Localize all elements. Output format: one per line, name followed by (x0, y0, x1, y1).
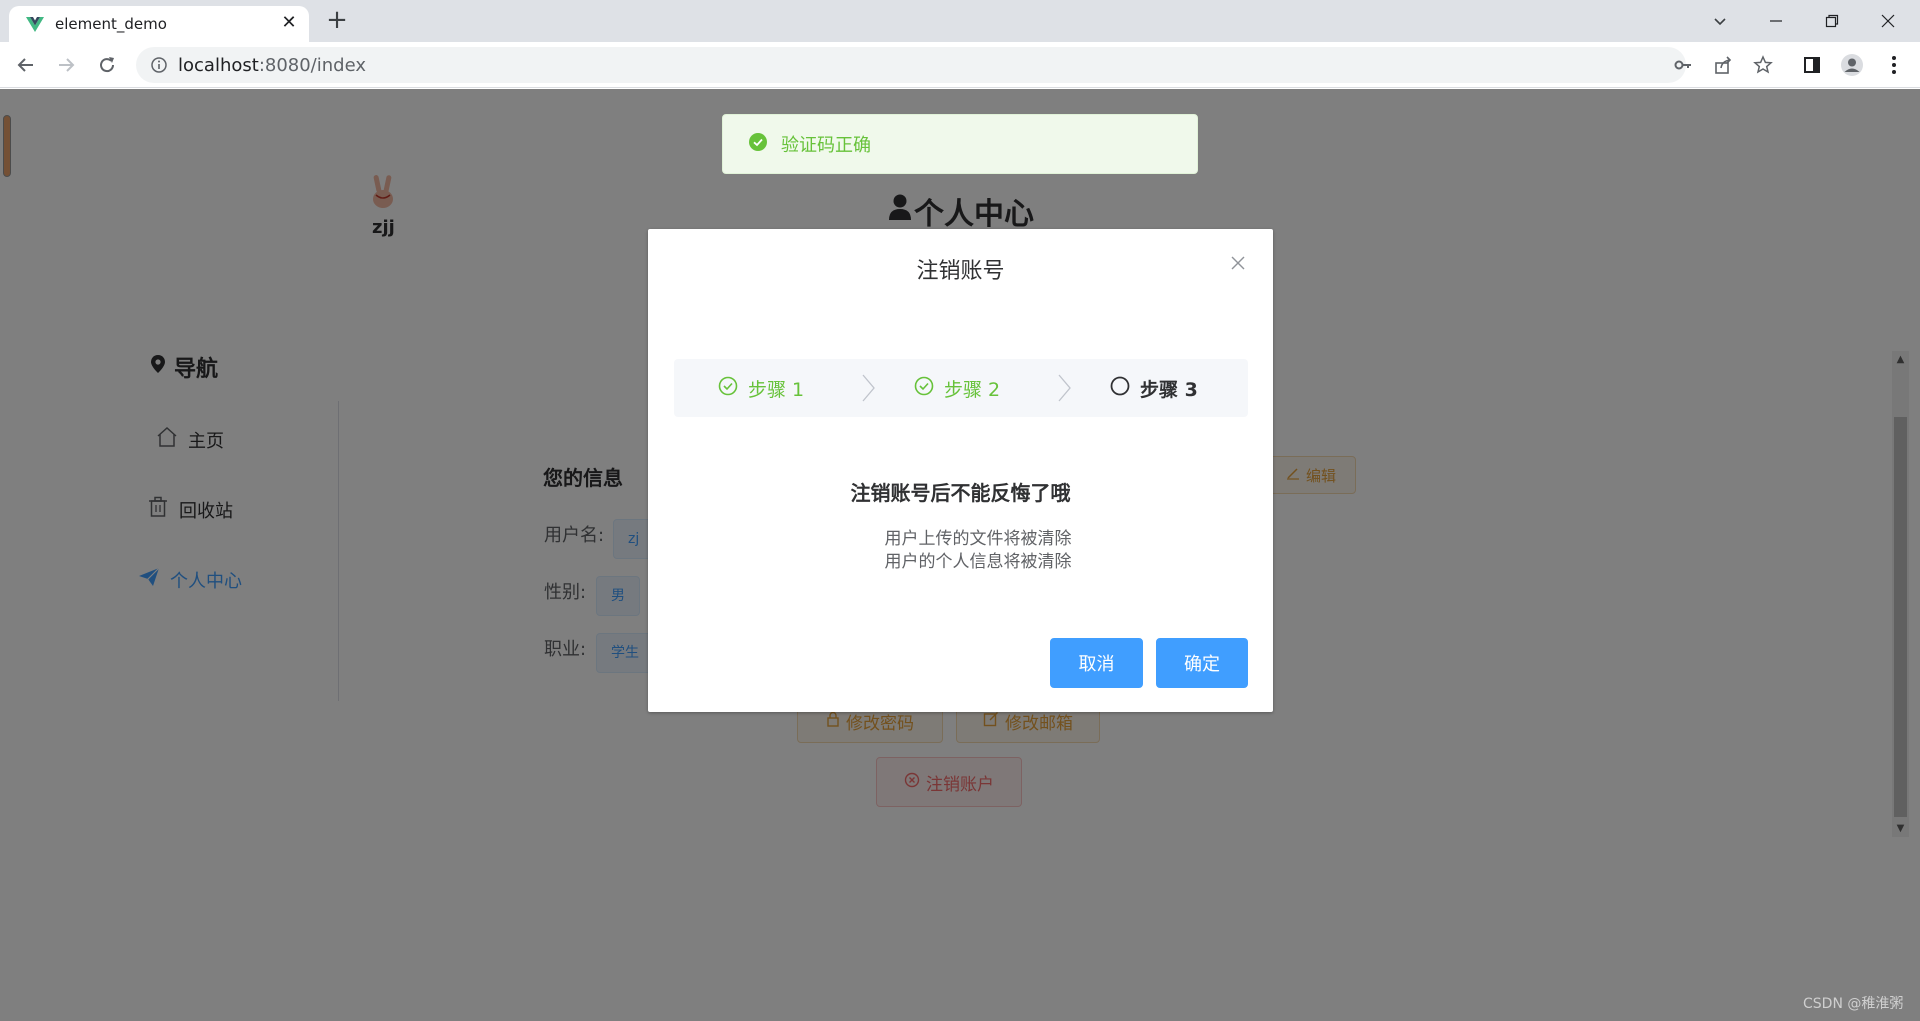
side-panel-icon[interactable] (1798, 51, 1826, 79)
success-message-text: 验证码正确 (781, 135, 871, 156)
dialog-warning-heading: 注销账号后不能反悔了哦 (850, 481, 1071, 505)
tab-title: element_demo (55, 15, 167, 33)
address-bar[interactable]: localhost:8080/index (136, 47, 1773, 83)
step-3: 步骤 3 (1110, 359, 1198, 417)
close-icon[interactable] (1226, 251, 1250, 275)
step-separator-icon (1054, 373, 1074, 403)
success-check-icon (749, 132, 767, 156)
browser-tab[interactable]: element_demo ✕ (9, 6, 309, 42)
url-text: localhost:8080/index (178, 55, 366, 76)
empty-circle-icon (1110, 376, 1130, 401)
site-info-icon[interactable] (150, 56, 168, 74)
forward-arrow-icon[interactable] (50, 49, 82, 81)
dialog-line-info: 用户的个人信息将被清除 (884, 552, 1072, 572)
new-tab-button[interactable]: + (322, 6, 352, 36)
success-message: 验证码正确 (722, 114, 1198, 174)
share-icon[interactable] (1712, 54, 1734, 76)
bookmark-star-icon[interactable] (1752, 54, 1774, 76)
browser-tab-strip: element_demo ✕ + (0, 0, 1920, 42)
tab-close-icon[interactable]: ✕ (277, 11, 301, 35)
watermark: CSDN @稚淮粥 (1803, 996, 1904, 1012)
restore-button[interactable] (1804, 0, 1860, 42)
page-viewport: zjj 个人中心 导航 主页 回收站 个人中心 您的信息 (0, 89, 1920, 1021)
step-label: 步骤 3 (1140, 378, 1198, 401)
step-separator-icon (858, 373, 878, 403)
check-circle-icon (718, 376, 738, 401)
vue-logo-icon (25, 14, 45, 34)
reload-icon[interactable] (91, 49, 123, 81)
close-window-button[interactable] (1860, 0, 1916, 42)
delete-account-dialog: 注销账号 步骤 1 步骤 2 步骤 3 注销账号后不能反悔了哦 用户上传的文件将… (648, 229, 1273, 712)
url-host: localhost (178, 55, 259, 76)
tab-search-icon[interactable] (1692, 0, 1748, 42)
url-path: :8080/index (258, 55, 366, 76)
step-1: 步骤 1 (718, 359, 804, 417)
browser-toolbar: localhost:8080/index (0, 42, 1920, 88)
back-arrow-icon[interactable] (10, 49, 42, 81)
step-2: 步骤 2 (914, 359, 1000, 417)
key-icon[interactable] (1672, 54, 1694, 76)
minimize-button[interactable] (1748, 0, 1804, 42)
dialog-title: 注销账号 (916, 259, 1005, 284)
cancel-button[interactable]: 取消 (1050, 638, 1143, 688)
check-circle-icon (914, 376, 934, 401)
step-label: 步骤 1 (748, 378, 805, 401)
browser-menu-icon[interactable] (1880, 51, 1908, 79)
confirm-button[interactable]: 确定 (1156, 638, 1248, 688)
dialog-line-files: 用户上传的文件将被清除 (884, 529, 1072, 549)
steps-bar: 步骤 1 步骤 2 步骤 3 (674, 359, 1248, 417)
step-label: 步骤 2 (944, 378, 1001, 401)
profile-avatar-icon[interactable] (1838, 51, 1866, 79)
